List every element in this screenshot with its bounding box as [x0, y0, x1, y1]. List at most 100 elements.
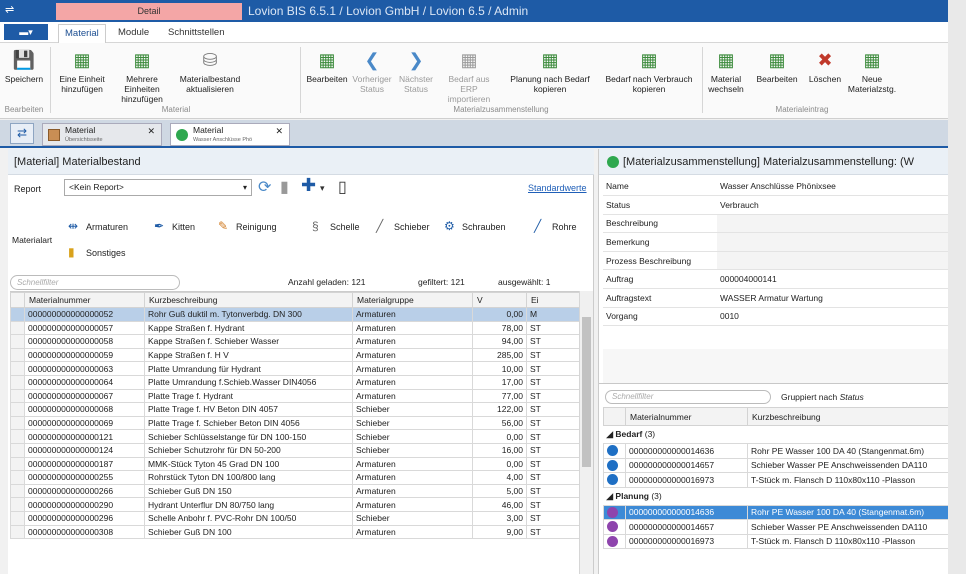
table-row[interactable]: 000000000000000290 Hydrant Unterflur DN 8… — [10, 497, 581, 512]
table-row[interactable]: 000000000000014657 Schieber Wasser PE Ans… — [603, 519, 950, 535]
column-header[interactable]: Kurzbeschreibung — [144, 292, 353, 308]
row-header[interactable] — [10, 388, 25, 404]
table-row[interactable]: 000000000000000069 Platte Trage f. Schieb… — [10, 415, 581, 431]
column-header[interactable]: Materialgruppe — [352, 292, 473, 308]
next-status-button[interactable]: ❯ Nächster Status — [396, 48, 436, 94]
table-row[interactable]: 000000000000000296 Schelle Anbohr f. PVC-… — [10, 510, 581, 526]
quick-filter-input[interactable]: Schnellfilter — [605, 390, 771, 404]
row-header[interactable] — [10, 374, 25, 390]
add-unit-button[interactable]: ▦ Eine Einheit hinzufügen — [56, 48, 108, 94]
property-value[interactable]: 0010 — [717, 307, 949, 327]
tab-material[interactable]: Material — [58, 24, 106, 43]
add-icon[interactable]: ✚ — [301, 175, 316, 196]
materialart-armaturen[interactable]: ⇹ Armaturen — [68, 219, 128, 234]
row-header[interactable] — [10, 347, 25, 363]
materialart-schieber[interactable]: ╱ Schieber — [376, 219, 430, 234]
chevron-down-icon[interactable]: ▾ — [320, 183, 325, 194]
refresh-stock-button[interactable]: ⛁ Materialbestand aktualisieren — [178, 48, 242, 94]
column-header[interactable]: Ei — [526, 292, 581, 308]
row-header[interactable] — [10, 307, 25, 322]
table-row[interactable]: 000000000000000068 Platte Trage f. HV Bet… — [10, 402, 581, 417]
row-header[interactable] — [10, 497, 25, 512]
clipboard-icon[interactable]: ▮ — [280, 177, 289, 197]
save-button[interactable]: 💾 Speichern — [4, 48, 44, 84]
property-value[interactable]: WASSER Armatur Wartung — [717, 288, 949, 308]
table-row[interactable]: 000000000000000067 Platte Trage f. Hydran… — [10, 388, 581, 404]
table-row[interactable]: 000000000000000052 Rohr Guß duktil m. Tyt… — [10, 307, 581, 322]
row-header[interactable] — [10, 442, 25, 458]
table-row[interactable]: 000000000000000308 Schieber Guß DN 100 Arm… — [10, 524, 581, 540]
property-value[interactable] — [717, 251, 949, 271]
doc-tab-overview[interactable]: Material Übersichtsseite ✕ — [42, 123, 162, 146]
group-row[interactable]: ◢ Bedarf (3) — [604, 426, 950, 444]
edit-button[interactable]: ▦ Bearbeiten — [304, 48, 350, 84]
property-value[interactable]: 000004000141 — [717, 269, 949, 290]
row-header[interactable] — [10, 415, 25, 431]
prev-status-button[interactable]: ❮ Vorheriger Status — [352, 48, 392, 94]
nav-arrow-icon[interactable]: ⇄ — [10, 123, 34, 144]
materialart-kitten[interactable]: ✒ Kitten — [154, 219, 195, 234]
table-row[interactable]: 000000000000000255 Rohrstück Tyton DN 100… — [10, 470, 581, 485]
property-value[interactable]: Wasser Anschlüsse Phönixsee — [717, 177, 949, 197]
doc-tab-detail[interactable]: Material Wasser Anschlüsse Phö ✕ — [170, 123, 290, 146]
property-value[interactable] — [717, 214, 949, 234]
table-row[interactable]: 000000000000000121 Schieber Schlüsselstan… — [10, 429, 581, 444]
row-header[interactable] — [10, 456, 25, 472]
new-compilation-button[interactable]: ▦ Neue Materialzstg. — [846, 48, 898, 94]
table-row[interactable]: 000000000000000058 Kappe Straßen f. Schie… — [10, 334, 581, 349]
tab-module[interactable]: Module — [112, 24, 155, 43]
copy-plan-button[interactable]: ▦ Planung nach Bedarf kopieren — [502, 48, 598, 94]
row-header[interactable] — [10, 429, 25, 444]
document-icon[interactable]: ▯ — [338, 177, 347, 197]
tab-schnittstellen[interactable]: Schnittstellen — [162, 24, 231, 43]
materialart-rohre[interactable]: ╱ Rohre — [534, 219, 577, 234]
scrollbar-thumb[interactable] — [582, 317, 591, 467]
row-header[interactable] — [10, 320, 25, 336]
row-header[interactable] — [10, 524, 25, 540]
column-header[interactable]: Kurzbeschreibung — [747, 407, 950, 426]
edit-entry-button[interactable]: ▦ Bearbeiten — [750, 48, 804, 84]
erp-import-button[interactable]: ▦ Bedarf aus ERP importieren — [440, 48, 498, 104]
table-row[interactable]: 000000000000000124 Schieber Schutzrohr fü… — [10, 442, 581, 458]
report-select[interactable]: <Kein Report> ▾ — [64, 179, 252, 196]
group-row[interactable]: ◢ Planung (3) — [604, 487, 950, 505]
refresh-icon[interactable]: ⟳ — [258, 177, 271, 197]
copy-demand-button[interactable]: ▦ Bedarf nach Verbrauch kopieren — [602, 48, 696, 94]
materialart-reinigung[interactable]: ✎ Reinigung — [218, 219, 277, 234]
table-row[interactable]: 000000000000000064 Platte Umrandung f.Sch… — [10, 374, 581, 390]
switch-material-button[interactable]: ▦ Material wechseln — [706, 48, 746, 94]
quick-filter-input[interactable]: Schnellfilter — [10, 275, 180, 290]
table-row[interactable]: 000000000000000063 Platte Umrandung für H… — [10, 361, 581, 376]
row-header[interactable] — [10, 470, 25, 485]
app-icon[interactable]: ⇌ — [5, 4, 19, 17]
collapse-icon[interactable]: ◢ — [607, 491, 614, 501]
detail-tab[interactable]: Detail — [56, 3, 242, 20]
close-icon[interactable]: ✕ — [275, 127, 283, 136]
property-value[interactable] — [717, 232, 949, 252]
row-header[interactable] — [10, 483, 25, 499]
splitter[interactable] — [599, 383, 949, 384]
property-value[interactable]: Verbrauch — [717, 195, 949, 215]
table-row[interactable]: 000000000000000059 Kappe Straßen f. H V Ar… — [10, 347, 581, 363]
group-header[interactable]: ◢ Planung (3) — [604, 487, 950, 505]
table-row[interactable]: 000000000000014636 Rohr PE Wasser 100 DA … — [603, 443, 950, 459]
column-header[interactable]: Materialnummer — [625, 407, 748, 426]
collapse-icon[interactable]: ◢ — [607, 429, 614, 439]
row-header[interactable] — [10, 334, 25, 349]
app-menu-button[interactable]: ▬▾ — [4, 24, 48, 40]
group-header[interactable]: ◢ Bedarf (3) — [604, 426, 950, 444]
column-header[interactable]: V — [472, 292, 527, 308]
materialart-sonstiges[interactable]: ▮ Sonstiges — [68, 245, 126, 260]
materialart-schelle[interactable]: § Schelle — [312, 219, 360, 234]
table-row[interactable]: 000000000000014636 Rohr PE Wasser 100 DA … — [603, 504, 950, 520]
close-icon[interactable]: ✕ — [147, 127, 155, 136]
row-header[interactable] — [10, 402, 25, 417]
column-header[interactable]: Materialnummer — [24, 292, 145, 308]
add-units-button[interactable]: ▦ Mehrere Einheiten hinzufügen — [112, 48, 172, 104]
row-header[interactable] — [10, 510, 25, 526]
row-header[interactable] — [10, 361, 25, 376]
delete-button[interactable]: ✖ Löschen — [806, 48, 844, 84]
table-row[interactable]: 000000000000000187 MMK-Stück Tyton 45 Gra… — [10, 456, 581, 472]
table-row[interactable]: 000000000000000057 Kappe Straßen f. Hydra… — [10, 320, 581, 336]
table-row[interactable]: 000000000000014657 Schieber Wasser PE Ans… — [603, 457, 950, 473]
